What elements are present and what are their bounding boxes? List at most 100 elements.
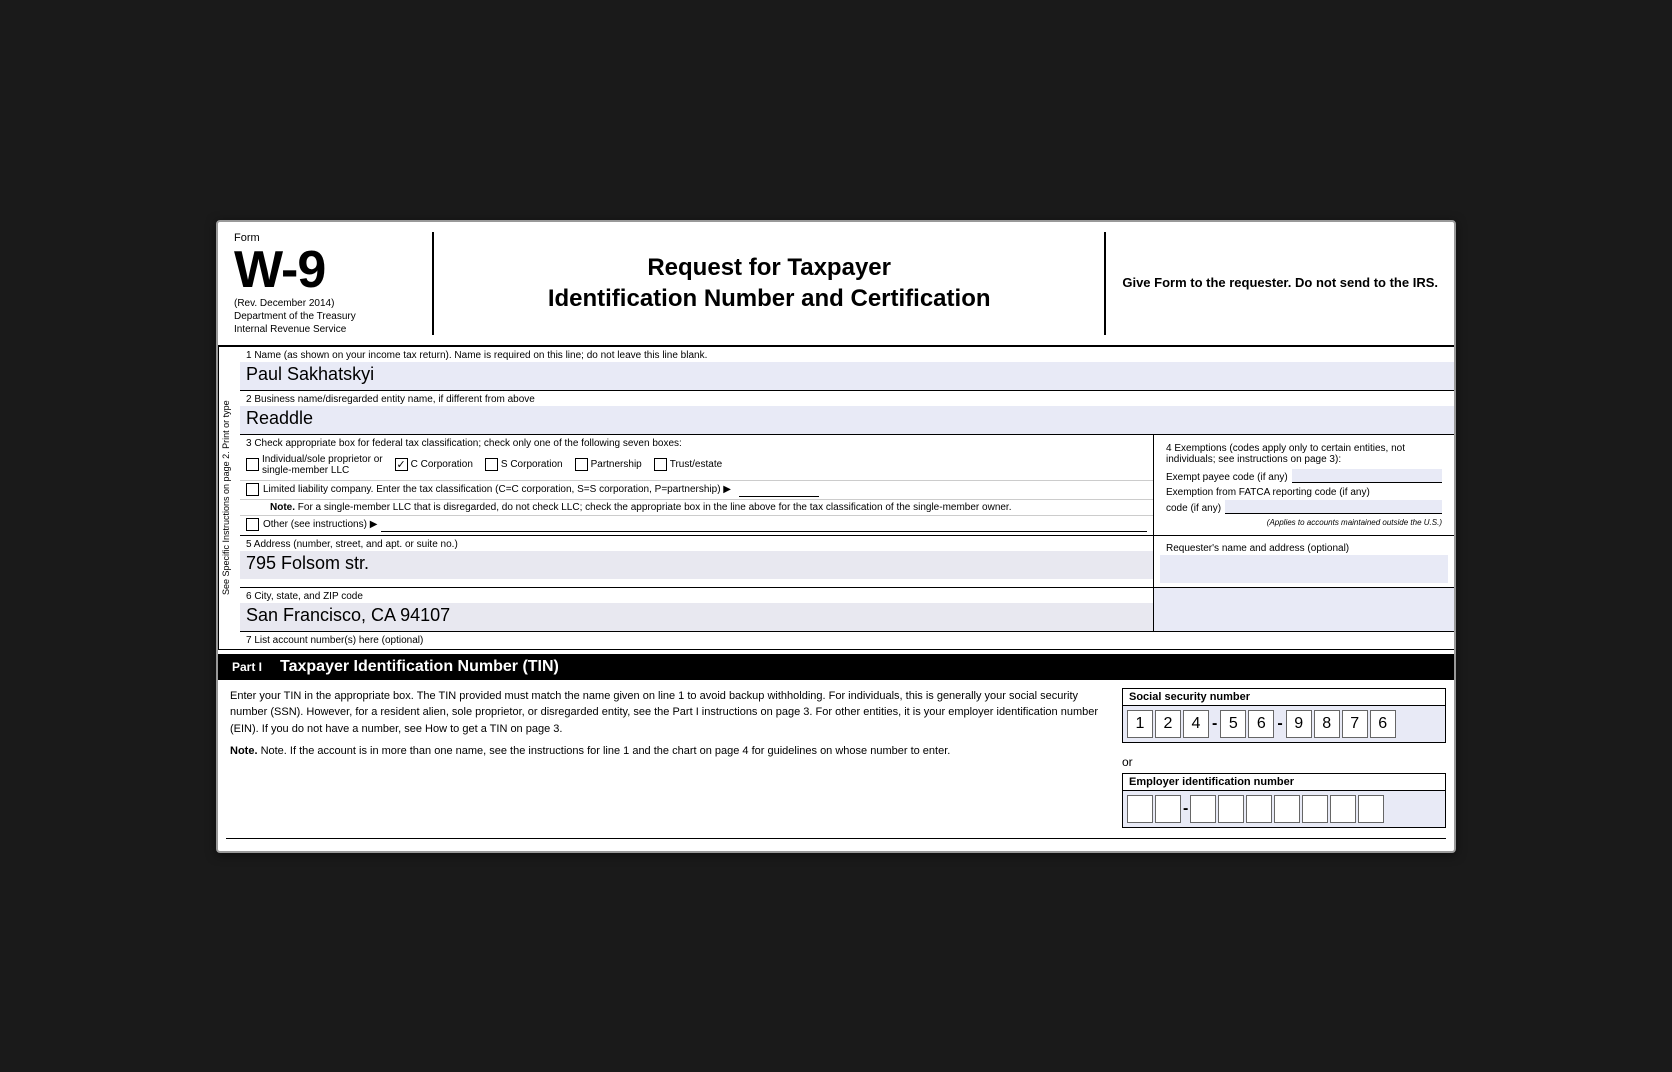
checkbox-llc[interactable] [246,483,259,496]
llc-line[interactable] [739,483,819,497]
other-label: Other (see instructions) ▶ [263,519,377,530]
part1-desc2: Note. Note. If the account is in more th… [230,743,1102,760]
ssn-d3[interactable]: 4 [1183,710,1209,738]
ein-d9[interactable] [1358,795,1384,823]
note-text: For a single-member LLC that is disregar… [298,502,1012,513]
ssn-digits: 1 2 4 - 5 6 - 9 8 7 6 [1123,706,1445,742]
ssn-d9[interactable]: 6 [1370,710,1396,738]
ssn-d5[interactable]: 6 [1248,710,1274,738]
check-partnership[interactable]: Partnership [575,458,642,471]
trust-label: Trust/estate [670,459,722,470]
other-row: Other (see instructions) ▶ [240,515,1153,534]
ssn-dash1: - [1211,715,1218,733]
field4-label: 4 Exemptions (codes apply only to certai… [1166,443,1442,465]
field6-label: 6 City, state, and ZIP code [240,588,1153,603]
part1-header: Part I Taxpayer Identification Number (T… [218,654,1454,680]
other-line[interactable] [381,518,1147,532]
check-trust[interactable]: Trust/estate [654,458,722,471]
field6-value[interactable]: San Francisco, CA 94107 [240,603,1153,631]
address-section: 5 Address (number, street, and apt. or s… [240,536,1154,587]
ein-d4[interactable] [1218,795,1244,823]
requester-value[interactable] [1160,555,1448,583]
ein-d8[interactable] [1330,795,1356,823]
field5-label: 5 Address (number, street, and apt. or s… [240,536,1153,551]
part1-label: Part I [226,658,268,676]
field-row-5: 5 Address (number, street, and apt. or s… [240,536,1454,588]
dept-line1: Department of the Treasury [234,311,416,322]
field2-value[interactable]: Readdle [240,406,1454,434]
form-fields: 1 Name (as shown on your income tax retu… [240,347,1454,649]
field2-label: 2 Business name/disregarded entity name,… [240,391,1454,406]
exempt-payee-label: Exempt payee code (if any) [1166,472,1288,483]
ein-label: Employer identification number [1123,774,1445,791]
or-text: or [1122,751,1446,773]
part1-section: Part I Taxpayer Identification Number (T… [218,654,1454,851]
ssn-d8[interactable]: 7 [1342,710,1368,738]
ein-box: Employer identification number - [1122,773,1446,828]
part1-content: Enter your TIN in the appropriate box. T… [218,680,1454,828]
exemptions-box: 4 Exemptions (codes apply only to certai… [1160,439,1448,531]
note-bold: Note. [230,745,258,757]
requester-city-section [1154,588,1454,631]
field-row-2: 2 Business name/disregarded entity name,… [240,391,1454,435]
form-number: W-9 [234,244,416,296]
individual-label: Individual/sole proprietor orsingle-memb… [262,454,383,476]
ssn-d6[interactable]: 9 [1286,710,1312,738]
checkbox-individual[interactable] [246,458,259,471]
checkbox-trust[interactable] [654,458,667,471]
ein-d7[interactable] [1302,795,1328,823]
ein-d2[interactable] [1155,795,1181,823]
w9-form: Form W-9 (Rev. December 2014) Department… [216,220,1456,853]
form-header: Form W-9 (Rev. December 2014) Department… [218,222,1454,347]
field7-label: 7 List account number(s) here (optional) [246,635,423,646]
ccorp-label: C Corporation [411,459,473,470]
field-row-1: 1 Name (as shown on your income tax retu… [240,347,1454,391]
ssn-d1[interactable]: 1 [1127,710,1153,738]
fatca-field: code (if any) [1166,500,1442,514]
part1-tin: Social security number 1 2 4 - 5 6 - 9 8… [1114,688,1454,828]
ein-d5[interactable] [1246,795,1272,823]
ein-d1[interactable] [1127,795,1153,823]
ssn-box: Social security number 1 2 4 - 5 6 - 9 8… [1122,688,1446,743]
ssn-d4[interactable]: 5 [1220,710,1246,738]
field1-value[interactable]: Paul Sakhatskyi [240,362,1454,390]
field1-label: 1 Name (as shown on your income tax retu… [240,347,1454,362]
header-left: Form W-9 (Rev. December 2014) Department… [234,232,434,335]
ein-d3[interactable] [1190,795,1216,823]
ssn-d2[interactable]: 2 [1155,710,1181,738]
field-row-6: 6 City, state, and ZIP code San Francisc… [240,588,1454,632]
field3-label: 3 Check appropriate box for federal tax … [240,435,1153,450]
ein-d6[interactable] [1274,795,1300,823]
exempt-payee-field: Exempt payee code (if any) [1166,469,1442,483]
classification-row: Individual/sole proprietor orsingle-memb… [240,450,1153,480]
ssn-label: Social security number [1123,689,1445,706]
fatca-line[interactable] [1225,500,1442,514]
checkbox-other[interactable] [246,518,259,531]
scorp-label: S Corporation [501,459,563,470]
checkbox-partnership[interactable] [575,458,588,471]
part1-title: Taxpayer Identification Number (TIN) [280,658,559,676]
field-row-7: 7 List account number(s) here (optional) [240,632,1454,649]
ssn-d7[interactable]: 8 [1314,710,1340,738]
dept-line2: Internal Revenue Service [234,324,416,335]
part1-desc2-text: Note. If the account is in more than one… [261,745,951,757]
check-individual[interactable]: Individual/sole proprietor orsingle-memb… [246,454,383,476]
field5-value[interactable]: 795 Folsom str. [240,551,1153,579]
form-rev: (Rev. December 2014) [234,298,416,309]
exemptions-section: 4 Exemptions (codes apply only to certai… [1154,435,1454,535]
header-center: Request for Taxpayer Identification Numb… [434,232,1104,335]
field-row-3: 3 Check appropriate box for federal tax … [240,435,1454,536]
ssn-dash2: - [1276,715,1283,733]
part1-text: Enter your TIN in the appropriate box. T… [218,688,1114,828]
code-if-any: code (if any) [1166,503,1221,514]
checkbox-ccorp[interactable]: ✓ [395,458,408,471]
exempt-payee-line[interactable] [1292,469,1442,483]
form-title: Request for Taxpayer Identification Numb… [548,252,991,314]
check-scorp[interactable]: S Corporation [485,458,563,471]
checkbox-scorp[interactable] [485,458,498,471]
check-ccorp[interactable]: ✓ C Corporation [395,458,473,471]
requester-section: Requester's name and address (optional) [1154,536,1454,587]
requester-label: Requester's name and address (optional) [1160,540,1448,555]
llc-label: Limited liability company. Enter the tax… [263,484,731,495]
partnership-label: Partnership [591,459,642,470]
